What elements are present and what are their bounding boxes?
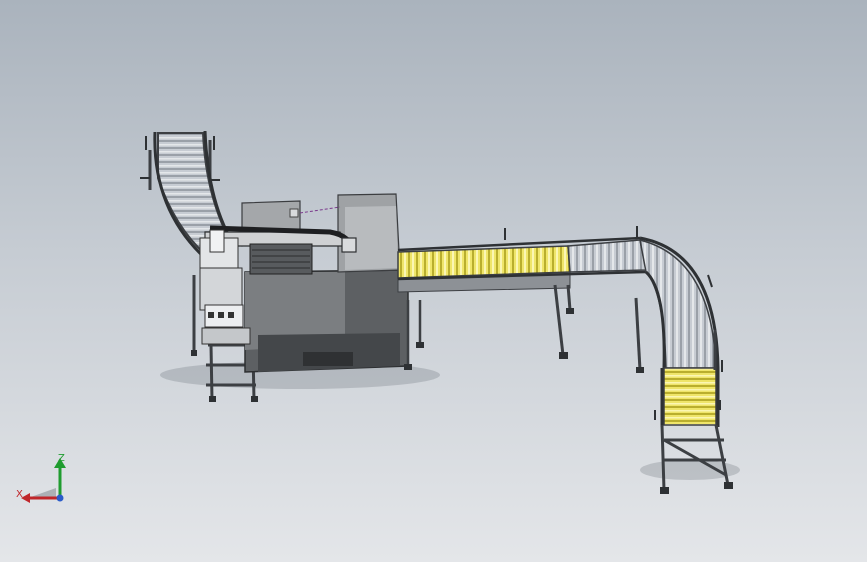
triad-axes-icon <box>21 458 66 503</box>
straight-roller-bed <box>567 239 647 273</box>
x-axis-label: X <box>16 489 23 500</box>
cad-viewport[interactable]: Z X <box>0 0 867 562</box>
coordinate-triad: Z X <box>8 448 88 512</box>
grating-panel <box>249 243 313 275</box>
highlighted-roller-section <box>397 245 571 279</box>
end-highlighted-roller-section <box>663 367 717 426</box>
right-curved-conveyor[interactable] <box>634 236 733 494</box>
straight-conveyor-legs <box>553 284 572 356</box>
z-axis-label: Z <box>58 453 65 464</box>
right-curved-roller-bed <box>639 238 717 369</box>
conveyor-assembly-model[interactable] <box>0 0 867 562</box>
left-curved-conveyor[interactable] <box>140 130 258 402</box>
machine-base-recess <box>303 352 353 366</box>
sensor-beam <box>299 206 341 214</box>
straight-conveyor[interactable] <box>397 226 647 359</box>
machine-legs <box>406 300 422 368</box>
gripper-assembly <box>199 229 251 345</box>
